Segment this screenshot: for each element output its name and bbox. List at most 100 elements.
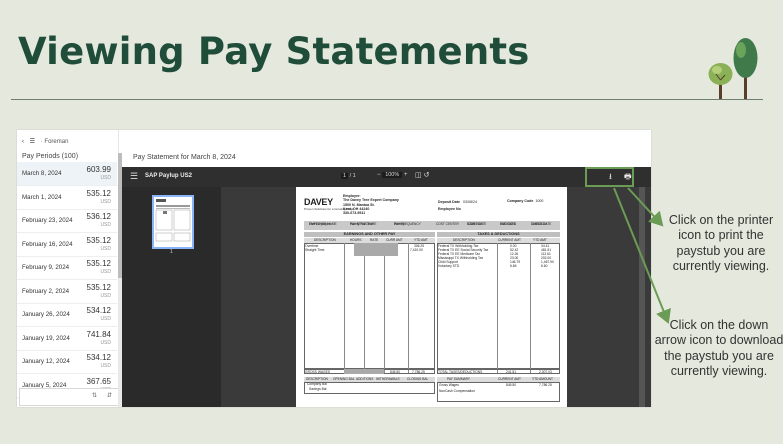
- sort-icon[interactable]: ⇅: [92, 392, 97, 399]
- pay-period-currency: USD: [100, 175, 111, 181]
- total-taxes-ytd: 2,307.03: [539, 369, 552, 374]
- pay-period-item[interactable]: February 2, 2024 535.12 USD: [17, 280, 117, 304]
- col-divider: [530, 243, 531, 373]
- pay-period-currency: USD: [100, 316, 111, 322]
- pay-period-date: February 16, 2024: [22, 240, 73, 248]
- page-thumbnail[interactable]: [152, 195, 194, 249]
- pay-period-currency: USD: [100, 245, 111, 252]
- tax-curr: 6.66: [510, 264, 517, 268]
- menu-icon[interactable]: ☰: [130, 171, 138, 182]
- balance-row: Savings Bal: [309, 387, 327, 391]
- gross-ytd: 7,786.25: [412, 369, 425, 374]
- pay-period-amount: 535.12: [86, 188, 111, 198]
- pay-period-currency: USD: [100, 222, 111, 228]
- col-divider: [497, 243, 498, 373]
- page-indicator: 1 / 1: [341, 173, 356, 179]
- pay-period-currency: USD: [100, 198, 111, 205]
- pay-period-amount: 741.84: [86, 329, 111, 339]
- pay-period-date: March 1, 2024: [22, 193, 62, 201]
- col-divider: [408, 243, 409, 373]
- pay-period-date: January 19, 2024: [22, 334, 70, 342]
- screenshot-panel: ‹ ☰ · Foreman Pay Periods (100) March 8,…: [17, 130, 651, 407]
- pay-period-item[interactable]: February 16, 2024 535.12 USD: [17, 233, 117, 257]
- pay-period-item[interactable]: February 9, 2024 535.12 USD: [17, 256, 117, 280]
- pay-period-item[interactable]: March 8, 2024 603.99 USD: [17, 162, 117, 186]
- summary-ytd: 7,786.25: [539, 383, 552, 387]
- pdf-page: DAVEY Proven Solutions for a Growing Wor…: [296, 187, 567, 407]
- pdf-scrollbar[interactable]: [639, 187, 645, 407]
- company-code-label: Company Code: [507, 199, 534, 203]
- pay-period-date: March 8, 2024: [22, 170, 62, 177]
- list-icon[interactable]: ☰: [30, 139, 35, 145]
- earnings-ytd: 7,410.00: [410, 248, 423, 252]
- printer-annotation: Click on the printer icon to print the p…: [668, 213, 774, 273]
- company-code: Company Code 1000: [507, 199, 543, 203]
- balance-row: Company Bal: [307, 382, 327, 386]
- pay-period-amount: 535.12: [86, 259, 111, 268]
- pay-period-item[interactable]: March 1, 2024 535.12 USD: [17, 186, 117, 210]
- slide: Viewing Pay Statements ‹ ☰ · Foreman Pay…: [0, 0, 783, 444]
- deposit-label: Deposit Date: [438, 200, 460, 204]
- trees-logo-icon: [708, 38, 758, 100]
- pay-period-amount: 535.12: [86, 282, 111, 292]
- summary-desc: Gross Wages: [439, 383, 459, 387]
- gross-label: GROSS WAGES: [305, 369, 330, 374]
- pay-period-item[interactable]: January 12, 2024 534.12 USD: [17, 350, 117, 374]
- breadcrumb-label: Foreman: [44, 139, 69, 145]
- thumbnail-page-number: 1: [170, 249, 173, 255]
- taxes-title: TAXES & DEDUCTIONS: [437, 232, 560, 237]
- pay-period-item[interactable]: January 19, 2024 741.84 USD: [17, 327, 117, 351]
- zoom-in-button[interactable]: +: [404, 172, 408, 178]
- deposit-block: Deposit Date 03/08/24 Employee No: [438, 199, 477, 213]
- pay-period-amount: 534.12: [86, 353, 111, 362]
- pay-period-date: February 9, 2024: [22, 264, 70, 271]
- zoom-controls: − 100% +: [377, 172, 407, 178]
- zoom-level[interactable]: 100%: [382, 172, 403, 178]
- rotate-icon[interactable]: ↺: [424, 172, 430, 179]
- pay-period-amount: 536.12: [86, 212, 111, 221]
- filter-icon[interactable]: ⇵: [107, 392, 112, 399]
- total-taxes-label: TOTAL TAXES/DEDUCTIONS: [438, 369, 483, 374]
- employee-no-label: Employee No: [438, 207, 461, 211]
- tax-desc: Voluntary STD: [438, 264, 460, 268]
- earnings-table: [304, 243, 435, 369]
- list-footer-toolbar: ⇅ ⇵: [19, 388, 121, 406]
- paystub: DAVEY Proven Solutions for a Growing Wor…: [296, 187, 567, 407]
- back-arrow-icon[interactable]: ‹: [22, 139, 24, 145]
- pay-period-amount: 535.12: [86, 235, 111, 245]
- pay-period-amount: 367.65: [86, 376, 111, 386]
- col-divider: [384, 243, 385, 373]
- pay-period-currency: USD: [100, 269, 111, 275]
- redacted-block: [344, 369, 384, 374]
- earnings-desc: Straight Time: [305, 248, 325, 252]
- pay-period-date: February 2, 2024: [22, 287, 70, 295]
- page-total: / 1: [349, 173, 356, 179]
- slide-title: Viewing Pay Statements: [18, 30, 530, 73]
- employee-info-bar: EMPLOYEE NAME Tree Employee PAY STRUCTURE…: [304, 221, 560, 230]
- thumbnail-sidebar: 1: [122, 187, 221, 407]
- pdf-viewer: ☰ SAP Paylup US2 1 / 1 − 100% + ◫ ↺ ⭳ 🖶: [122, 167, 651, 407]
- zoom-out-button[interactable]: −: [377, 172, 381, 178]
- pay-period-amount: 603.99: [86, 165, 111, 174]
- statement-header: Pay Statement for March 8, 2024: [133, 154, 236, 161]
- pay-periods-header: Pay Periods (100): [22, 153, 79, 160]
- pay-period-amount: 534.12: [86, 306, 111, 315]
- pay-period-currency: USD: [100, 339, 111, 346]
- pay-period-item[interactable]: February 23, 2024 536.12 USD: [17, 209, 117, 233]
- tax-ytd: 6.60: [541, 264, 548, 268]
- earnings-title: EARNINGS AND OTHER PAY: [304, 232, 435, 237]
- employer-block: Employer: The Davey Tree Expert Company …: [343, 194, 399, 215]
- col-divider: [364, 243, 365, 373]
- pay-period-currency: USD: [100, 363, 111, 369]
- pdf-file-name: SAP Paylup US2: [145, 173, 192, 179]
- breadcrumb: ‹ ☰ · Foreman: [22, 138, 68, 145]
- deposit-date: 03/08/24: [462, 200, 477, 204]
- pdf-toolbar: ☰ SAP Paylup US2 1 / 1 − 100% + ◫ ↺ ⭳ 🖶: [122, 167, 651, 187]
- title-divider: [11, 99, 763, 100]
- employer-line: 330-673-9511: [343, 211, 366, 216]
- fit-page-icon[interactable]: ◫: [415, 172, 422, 179]
- page-input[interactable]: 1: [341, 173, 349, 179]
- pay-period-item[interactable]: January 26, 2024 534.12 USD: [17, 303, 117, 327]
- pay-periods-panel: ‹ ☰ · Foreman Pay Periods (100) March 8,…: [17, 130, 121, 407]
- redacted-block: [354, 243, 398, 256]
